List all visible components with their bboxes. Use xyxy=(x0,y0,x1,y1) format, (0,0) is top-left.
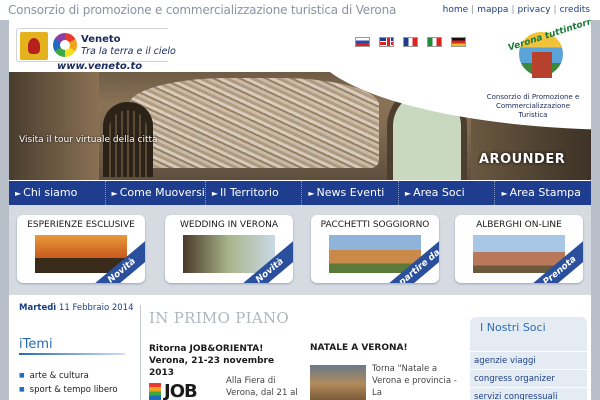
page-content: Martedì 11 Febbraio 2014 iTemi arte & cu… xyxy=(9,295,591,400)
nav-label: Chi siamo xyxy=(23,186,78,199)
site-url[interactable]: www.veneto.to xyxy=(57,61,142,72)
privacy-link[interactable]: privacy xyxy=(518,5,551,15)
nav-arrow-icon: ► xyxy=(211,189,219,198)
nav-label: Come Muoversi xyxy=(119,186,205,199)
card-title: ESPERIENZE ESCLUSIVE xyxy=(27,220,135,230)
nav-area-soci[interactable]: ► Area Soci xyxy=(399,181,496,205)
veneto-logo[interactable]: Veneto Tra la terra e il cielo xyxy=(16,28,176,62)
home-link[interactable]: home xyxy=(443,5,469,15)
consorzio-caption: Consorzio di Promozione e Commercializza… xyxy=(486,93,580,119)
soci-servizi-congressuali[interactable]: servizi congressuali xyxy=(470,387,587,400)
column-divider xyxy=(140,305,141,400)
news-job-orienta-title[interactable]: Ritorna JOB&ORIENTA! Verona, 21-23 novem… xyxy=(149,343,301,379)
job-logo-stripes-icon xyxy=(149,383,161,400)
german-flag-icon[interactable] xyxy=(451,37,466,47)
nav-il-territorio[interactable]: ► Il Territorio xyxy=(206,181,303,205)
main-column: IN PRIMO PIANO Ritorna JOB&ORIENTA! Vero… xyxy=(146,295,462,400)
virtual-tour-caption[interactable]: Visita il tour virtuale della città xyxy=(19,135,158,145)
panorama-graffiti-wall xyxy=(129,78,379,168)
card-title: PACCHETTI SOGGIORNO xyxy=(320,220,430,230)
uk-flag-icon[interactable] xyxy=(379,37,394,47)
nav-arrow-icon: ► xyxy=(501,189,508,198)
section-title: IN PRIMO PIANO xyxy=(149,309,290,327)
nav-label: Area Soci xyxy=(413,186,465,199)
nav-arrow-icon: ► xyxy=(111,189,118,198)
news-natale-title[interactable]: NATALE A VERONA! xyxy=(310,343,408,353)
itemi-arte-cultura[interactable]: arte & cultura xyxy=(19,369,118,383)
nav-arrow-icon: ► xyxy=(404,189,412,198)
itemi-heading: iTemi xyxy=(19,337,53,352)
nav-label: Area Stampa xyxy=(509,186,581,199)
job-logo-text: JOB xyxy=(164,381,198,400)
feature-cards: ESPERIENZE ESCLUSIVE Novità WEDDING IN V… xyxy=(9,205,591,295)
nav-area-stampa[interactable]: ► Area Stampa xyxy=(495,181,591,205)
soci-heading: I Nostri Soci xyxy=(480,321,546,334)
link-separator: | xyxy=(511,5,515,15)
nav-label: Il Territorio xyxy=(220,186,279,199)
top-bar: Consorzio di promozione e commercializza… xyxy=(0,0,600,20)
brand-name: Veneto xyxy=(81,34,121,45)
credits-link[interactable]: credits xyxy=(560,5,590,15)
itemi-underline xyxy=(19,353,125,355)
panorama-left-wall xyxy=(9,72,99,180)
link-separator: | xyxy=(471,5,475,15)
brand-slogan: Tra la terra e il cielo xyxy=(81,46,176,57)
top-links: home | mappa | privacy | credits xyxy=(443,5,590,15)
soci-congress-organizer[interactable]: congress organizer xyxy=(470,369,587,387)
itemi-list: arte & cultura sport & tempo libero xyxy=(19,369,118,397)
news-natale-text: Torna "Natale a Verona e provincia - La xyxy=(372,364,457,398)
lion-of-venice-icon xyxy=(20,32,48,60)
card-wedding-in-verona[interactable]: WEDDING IN VERONA Novità xyxy=(165,215,293,283)
nav-arrow-icon: ► xyxy=(308,189,315,198)
french-flag-icon[interactable] xyxy=(403,37,418,47)
left-sidebar: Martedì 11 Febbraio 2014 iTemi arte & cu… xyxy=(9,295,137,400)
site-header: Veneto Tra la terra e il cielo www.venet… xyxy=(9,20,591,205)
news-natale-image[interactable] xyxy=(310,365,366,400)
nav-chi-siamo[interactable]: ► Chi siamo xyxy=(9,181,106,205)
badge-tower-icon xyxy=(532,52,552,78)
verona-tuttintorno-logo[interactable]: Verona tuttintorno xyxy=(507,20,591,84)
card-title: WEDDING IN VERONA xyxy=(180,220,278,230)
nav-arrow-icon: ► xyxy=(15,189,22,198)
soci-agenzie-viaggi[interactable]: agenzie viaggi xyxy=(470,351,587,369)
soci-panel: I Nostri Soci agenzie viaggi congress or… xyxy=(470,317,587,400)
link-separator: | xyxy=(553,5,557,15)
soci-list: agenzie viaggi congress organizer serviz… xyxy=(470,351,587,400)
date-rest: 11 Febbraio 2014 xyxy=(58,303,134,313)
current-date: Martedì 11 Febbraio 2014 xyxy=(19,303,133,313)
job-orienta-logo[interactable]: JOB xyxy=(149,381,219,400)
card-pacchetti-soggiorno[interactable]: PACCHETTI SOGGIORNO A partire da xyxy=(311,215,439,283)
site-tagline: Consorzio di promozione e commercializza… xyxy=(8,3,397,17)
card-esperienze-esclusive[interactable]: ESPERIENZE ESCLUSIVE Novità xyxy=(17,215,145,283)
nav-news-eventi[interactable]: ► News Eventi xyxy=(302,181,399,205)
nav-come-muoversi[interactable]: ► Come Muoversi xyxy=(106,181,206,205)
date-day: Martedì xyxy=(19,303,57,313)
main-nav: ► Chi siamo ► Come Muoversi ► Il Territorio… xyxy=(9,181,591,205)
language-flags xyxy=(355,37,466,49)
russian-flag-icon[interactable] xyxy=(355,37,370,47)
mappa-link[interactable]: mappa xyxy=(477,5,508,15)
arounder-logo[interactable]: AROUNDER xyxy=(479,152,565,167)
news-job-orienta-text: Alla Fiera di Verona, dal 21 al xyxy=(226,376,298,398)
italian-flag-icon[interactable] xyxy=(427,37,442,47)
card-alberghi-on-line[interactable]: ALBERGHI ON-LINE Prenota xyxy=(455,215,583,283)
card-title: ALBERGHI ON-LINE xyxy=(476,220,562,230)
itemi-sport-tempo-libero[interactable]: sport & tempo libero xyxy=(19,383,118,397)
nav-label: News Eventi xyxy=(316,186,385,199)
veneto-star-icon xyxy=(53,33,77,57)
